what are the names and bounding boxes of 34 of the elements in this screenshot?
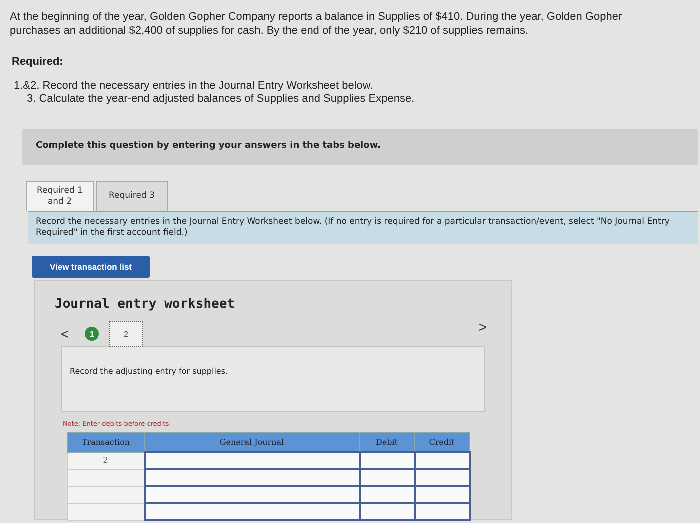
- prompt-text: Record the adjusting entry for supplies.: [70, 367, 228, 376]
- requirement-number: 1.&2.: [14, 80, 40, 92]
- requirement-text: Calculate the year-end adjusted balances of Supplies and Supplies Expense.: [39, 93, 415, 105]
- debit-field[interactable]: [360, 469, 414, 486]
- account-field[interactable]: [144, 469, 360, 486]
- credit-field[interactable]: [414, 503, 470, 520]
- step-button[interactable]: 2: [109, 321, 144, 347]
- instruction-banner: Complete this question by entering your answers in the tabs below.: [22, 129, 698, 165]
- credit-field[interactable]: [414, 452, 470, 469]
- column-header: Credit: [414, 432, 470, 452]
- problem-text: At the beginning of the year, Golden Gopher Company reports a balance in Supplies of $410. During the year, Golden Gopher purchases an additional $2,400 of supplies for cash. By the end of the year, only $210 of supplies remains.: [10, 10, 624, 38]
- worksheet-title: Journal entry worksheet: [55, 297, 236, 312]
- requirement-text: Record the necessary entries in the Journal Entry Worksheet below.: [42, 80, 374, 92]
- instructions-text: Record the necessary entries in the Journal Entry Worksheet below. (If no entry is required for a particular transaction/event, select "No Journal Entry Required" in the first account field.): [28, 211, 698, 244]
- account-field[interactable]: [144, 503, 360, 520]
- debit-field[interactable]: [360, 503, 414, 520]
- account-field[interactable]: [144, 452, 360, 469]
- column-header: Debit: [360, 432, 414, 452]
- previous-button[interactable]: <: [55, 326, 76, 342]
- tab[interactable]: Required 1 and 2: [26, 181, 94, 211]
- transaction-cell: 2: [68, 452, 144, 469]
- debit-field[interactable]: [360, 486, 414, 503]
- step-button[interactable]: 1: [85, 327, 100, 341]
- column-header: General Journal: [144, 432, 360, 452]
- view-transaction-list-button[interactable]: View transaction list: [32, 256, 150, 278]
- tab[interactable]: Required 3: [96, 181, 168, 211]
- column-header: Transaction: [68, 432, 144, 452]
- account-field[interactable]: [144, 486, 360, 503]
- debit-field[interactable]: [360, 452, 414, 469]
- required-heading: Required:: [12, 56, 64, 68]
- credit-field[interactable]: [414, 469, 470, 486]
- credit-field[interactable]: [414, 486, 470, 503]
- next-button[interactable]: >: [472, 319, 493, 335]
- requirement-number: 3.: [27, 93, 36, 105]
